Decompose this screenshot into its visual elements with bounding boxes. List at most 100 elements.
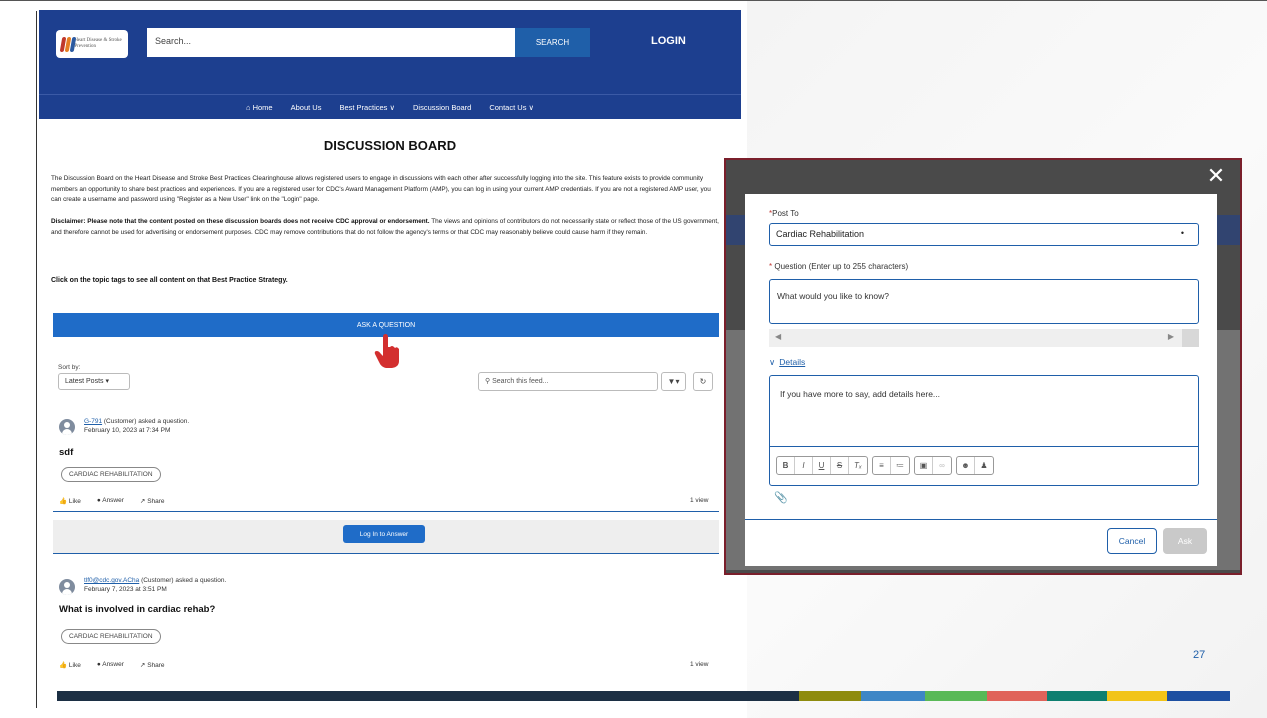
website-screenshot: Heart Disease & Stroke Prevention Search… <box>39 10 741 678</box>
view-count: 1 view <box>690 497 709 504</box>
post-author-role: (Customer) asked a question. <box>102 418 190 425</box>
thumbs-up-icon: 👍 <box>59 498 68 505</box>
details-placeholder: If you have more to say, add details her… <box>780 389 941 399</box>
post-to-label-text: Post To <box>772 209 799 218</box>
presentation-slide: Heart Disease & Stroke Prevention Search… <box>0 0 1267 718</box>
nav-discussion-board[interactable]: Discussion Board <box>413 103 471 112</box>
scrollbar-thumb[interactable] <box>1182 329 1199 347</box>
like-label: Like <box>68 498 81 505</box>
post-divider <box>53 511 719 512</box>
thumbs-up-icon: 👍 <box>59 662 68 669</box>
topic-tags-note: Click on the topic tags to see all conte… <box>51 277 288 284</box>
rich-text-toolbar: B I U S Tₓ ≡ ≔ ▣ ∞ ☻ ♟ <box>776 456 994 475</box>
post-author-role: (Customer) asked a question. <box>139 577 227 584</box>
logo-text: Heart Disease & Stroke Prevention <box>74 38 122 49</box>
cancel-button[interactable]: Cancel <box>1107 528 1157 554</box>
insert-group: ▣ ∞ <box>914 456 952 475</box>
avatar <box>59 419 75 435</box>
post-meta: tlf0@cdc.gov.ACha (Customer) asked a que… <box>84 576 226 594</box>
answer-label: Answer <box>102 497 124 504</box>
chevron-down-icon: • <box>1180 228 1184 238</box>
emoji-icon[interactable]: ☻ <box>957 457 975 474</box>
list-group: ≡ ≔ <box>872 456 910 475</box>
close-icon[interactable]: ✕ <box>1204 164 1228 188</box>
nav-home[interactable]: ⌂ Home <box>246 103 273 112</box>
scroll-left-icon[interactable]: ◀ <box>775 332 781 341</box>
logo-mark-icon <box>59 35 77 53</box>
site-search-input[interactable]: Search... <box>147 28 515 57</box>
horizontal-scrollbar[interactable]: ◀ ▶ <box>769 329 1199 347</box>
feed-search-placeholder: Search this feed... <box>492 378 549 385</box>
details-toggle[interactable]: ∨ Details <box>769 357 805 368</box>
view-count: 1 view <box>690 661 709 668</box>
ask-button[interactable]: Ask <box>1163 528 1207 554</box>
disclaimer-paragraph: Disclaimer: Please note that the content… <box>51 217 719 238</box>
strikethrough-icon[interactable]: S <box>831 457 849 474</box>
italic-icon[interactable]: I <box>795 457 813 474</box>
pointer-hand-icon <box>374 334 399 368</box>
mention-icon[interactable]: ♟ <box>975 457 993 474</box>
footer-stripe-dark <box>57 691 799 701</box>
post-date: February 10, 2023 at 7:34 PM <box>84 427 171 434</box>
attachment-icon[interactable]: 📎 <box>774 491 788 504</box>
sort-by-label: Sort by: <box>58 364 81 371</box>
login-to-answer-button[interactable]: Log In to Answer <box>343 525 425 543</box>
post-to-select[interactable]: Cardiac Rehabilitation • <box>769 223 1199 246</box>
post-title[interactable]: What is involved in cardiac rehab? <box>59 604 215 615</box>
login-link[interactable]: LOGIN <box>651 35 686 47</box>
answer-button[interactable]: ● Answer <box>97 497 124 505</box>
post-author-link[interactable]: tlf0@cdc.gov.ACha <box>84 577 139 584</box>
chevron-down-icon: ∨ <box>769 357 776 367</box>
footer-stripe-green <box>925 691 987 701</box>
bold-icon[interactable]: B <box>777 457 795 474</box>
filter-icon: ▼▾ <box>667 377 680 386</box>
topic-tag[interactable]: CARDIAC REHABILITATION <box>61 629 161 644</box>
site-logo[interactable]: Heart Disease & Stroke Prevention <box>56 30 128 58</box>
slide-left-border <box>36 11 37 708</box>
site-search-button[interactable]: SEARCH <box>515 28 590 57</box>
question-label: * Question (Enter up to 255 characters) <box>769 262 908 271</box>
sort-select[interactable]: Latest Posts ▾ <box>58 373 130 390</box>
bullet-list-icon[interactable]: ≡ <box>873 457 891 474</box>
filter-button[interactable]: ▼▾ <box>661 372 686 391</box>
nav-about[interactable]: About Us <box>291 103 322 112</box>
refresh-button[interactable]: ↻ <box>693 372 713 391</box>
home-icon: ⌂ <box>245 102 251 112</box>
share-button[interactable]: ↗ Share <box>140 661 165 669</box>
post-to-value: Cardiac Rehabilitation <box>776 229 865 239</box>
post-title[interactable]: sdf <box>59 447 73 458</box>
footer-stripe-red <box>987 691 1047 701</box>
like-button[interactable]: 👍 Like <box>59 497 81 505</box>
numbered-list-icon[interactable]: ≔ <box>891 457 909 474</box>
share-icon: ↗ <box>139 498 146 505</box>
disclaimer-bold: Disclaimer: Please note that the content… <box>51 218 430 225</box>
post-actions: 👍 Like ● Answer ↗ Share <box>59 497 165 505</box>
scroll-right-icon[interactable]: ▶ <box>1168 332 1174 341</box>
post-author-link[interactable]: G-791 <box>84 418 102 425</box>
nav-best-practices[interactable]: Best Practices ∨ <box>339 103 395 112</box>
footer-stripe-blue <box>861 691 925 701</box>
intro-paragraph: The Discussion Board on the Heart Diseas… <box>51 175 711 203</box>
sort-select-value: Latest Posts <box>65 378 104 385</box>
footer-stripe-teal <box>1047 691 1107 701</box>
clear-format-icon[interactable]: Tₓ <box>849 457 867 474</box>
toolbar-divider <box>770 446 1198 447</box>
nav-contact[interactable]: Contact Us ∨ <box>489 103 534 112</box>
image-icon[interactable]: ▣ <box>915 457 933 474</box>
feed-search-input[interactable]: ⚲ Search this feed... <box>478 372 658 391</box>
answer-label: Answer <box>102 661 124 668</box>
question-label-text: Question (Enter up to 255 characters) <box>774 262 909 271</box>
underline-icon[interactable]: U <box>813 457 831 474</box>
page-title: DISCUSSION BOARD <box>323 138 457 153</box>
details-editor[interactable]: If you have more to say, add details her… <box>769 375 1199 486</box>
question-input[interactable]: What would you like to know? <box>769 279 1199 324</box>
extra-group: ☻ ♟ <box>956 456 994 475</box>
comment-icon: ● <box>96 497 101 504</box>
share-button[interactable]: ↗ Share <box>140 497 165 505</box>
answer-button[interactable]: ● Answer <box>97 661 124 669</box>
topic-tag[interactable]: CARDIAC REHABILITATION <box>61 467 161 482</box>
link-icon[interactable]: ∞ <box>933 457 951 474</box>
slide-page-number: 27 <box>1193 649 1206 661</box>
like-button[interactable]: 👍 Like <box>59 661 81 669</box>
chevron-down-icon: ▾ <box>105 378 109 385</box>
